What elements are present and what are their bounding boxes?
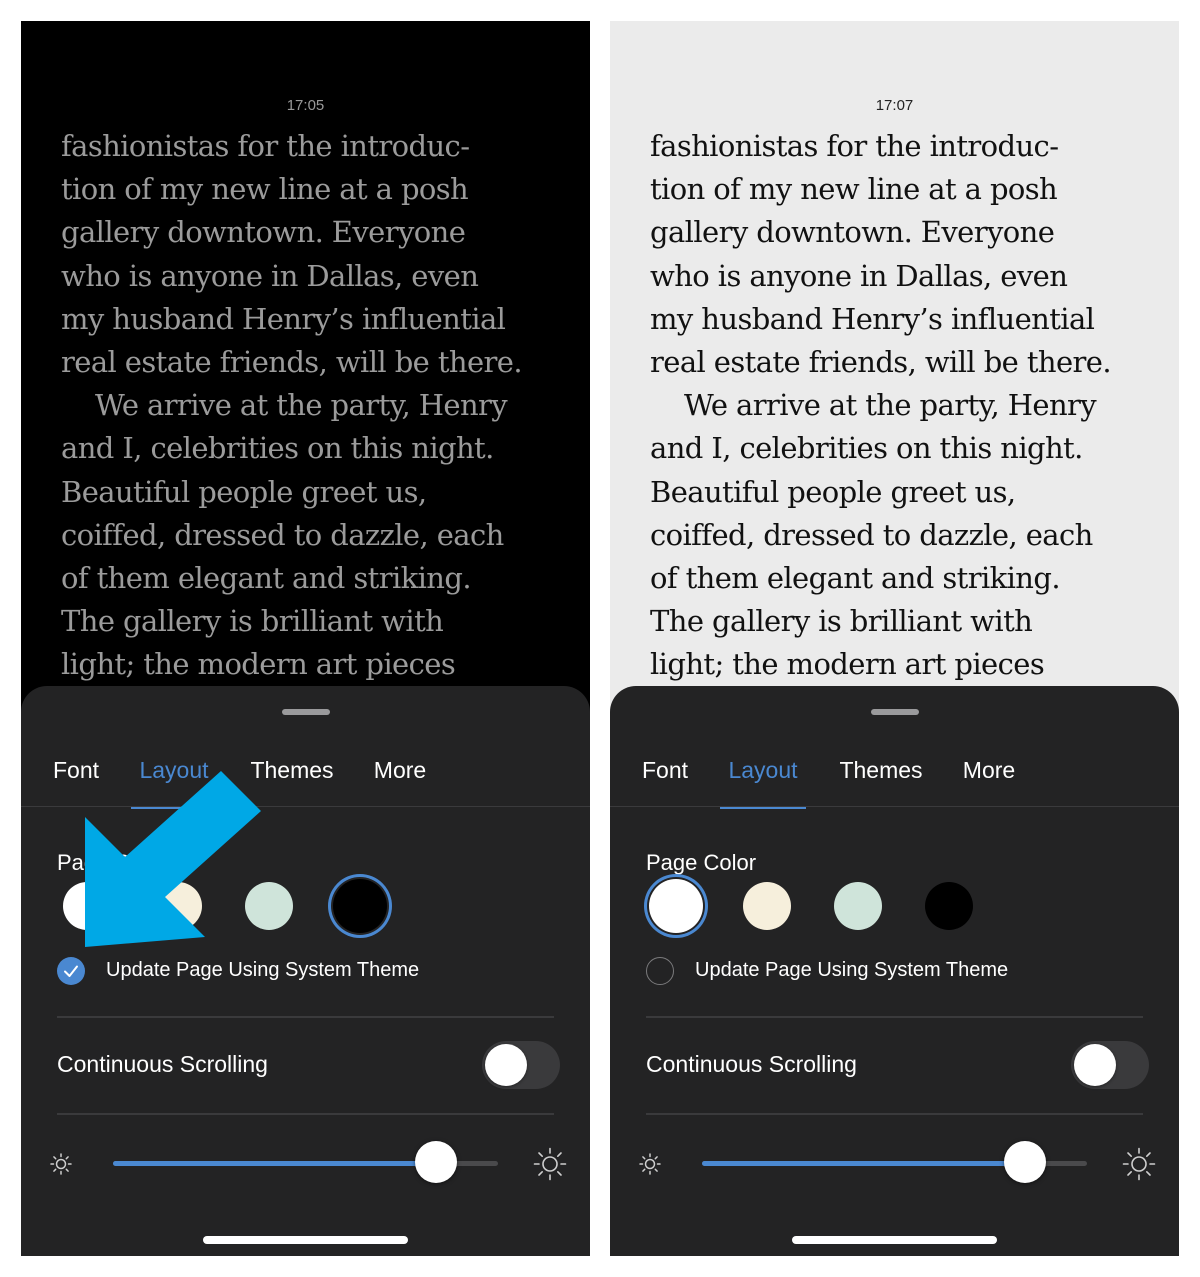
book-line: fashionistas for the introduc- — [650, 129, 1059, 163]
book-line: gallery downtown. Everyone — [650, 215, 1055, 250]
tab-font[interactable]: Font — [630, 750, 700, 808]
book-line: my husband Henry’s influential — [61, 301, 506, 336]
right-screenshot: 17:07 fashionistas for the introduc- tio… — [610, 21, 1179, 1256]
brightness-slider-fill — [702, 1161, 1026, 1166]
toggle-knob — [485, 1044, 527, 1086]
book-text: fashionistas for the introduc- tion of m… — [650, 125, 1150, 686]
system-theme-checkbox[interactable] — [646, 957, 674, 985]
book-text: fashionistas for the introduc- tion of m… — [61, 125, 561, 686]
book-line: and I, celebrities on this night. — [61, 431, 494, 466]
book-line: We arrive at the party, Henry — [95, 388, 508, 423]
book-line: my husband Henry’s influential — [650, 301, 1095, 336]
sheet-drag-handle[interactable] — [282, 709, 330, 715]
section-divider — [57, 1016, 554, 1018]
brightness-high-icon — [533, 1147, 567, 1181]
section-divider — [57, 1113, 554, 1115]
book-line: coiffed, dressed to dazzle, each — [650, 517, 1093, 552]
tab-more[interactable]: More — [954, 750, 1024, 808]
book-line: light; the modern art pieces — [650, 647, 1045, 682]
settings-tabs: Font Layout Themes More — [610, 750, 1179, 809]
continuous-scrolling-toggle[interactable] — [1071, 1041, 1149, 1089]
toggle-knob — [1074, 1044, 1116, 1086]
book-line: gallery downtown. Everyone — [61, 215, 466, 250]
book-line: We arrive at the party, Henry — [684, 388, 1097, 423]
home-indicator[interactable] — [203, 1236, 408, 1244]
tab-themes[interactable]: Themes — [830, 750, 932, 808]
tab-divider — [610, 806, 1179, 807]
book-line: The gallery is brilliant with — [650, 604, 1033, 639]
left-screenshot: 17:05 fashionistas for the introduc- tio… — [21, 21, 590, 1256]
book-line: who is anyone in Dallas, even — [61, 258, 479, 293]
book-line: tion of my new line at a posh — [61, 172, 469, 207]
status-time: 17:07 — [875, 97, 914, 114]
book-line: coiffed, dressed to dazzle, each — [61, 517, 504, 552]
book-line: real estate friends, will be there. — [650, 344, 1112, 379]
page-color-black[interactable] — [333, 879, 387, 933]
book-line: of them elegant and striking. — [650, 560, 1061, 595]
brightness-slider-fill — [113, 1161, 437, 1166]
settings-sheet: Font Layout Themes More Page Color Updat… — [610, 686, 1179, 1256]
book-line: of them elegant and striking. — [61, 560, 472, 595]
status-time: 17:05 — [286, 97, 325, 114]
page-color-label: Page Color — [646, 850, 757, 875]
page-color-sepia[interactable] — [743, 882, 791, 930]
brightness-low-icon — [50, 1153, 72, 1175]
home-indicator[interactable] — [792, 1236, 997, 1244]
brightness-low-icon — [639, 1153, 661, 1175]
continuous-scrolling-label: Continuous Scrolling — [646, 1051, 857, 1077]
page-color-mint[interactable] — [834, 882, 882, 930]
book-line: Beautiful people greet us, — [61, 474, 427, 509]
arrow-pointing-down-left-icon — [85, 771, 261, 947]
book-line: fashionistas for the introduc- — [61, 129, 470, 163]
section-divider — [646, 1113, 1143, 1115]
book-line: who is anyone in Dallas, even — [650, 258, 1068, 293]
book-line: Beautiful people greet us, — [650, 474, 1016, 509]
page-color-white[interactable] — [649, 879, 703, 933]
tab-more[interactable]: More — [365, 750, 435, 808]
system-theme-label: Update Page Using System Theme — [695, 959, 1009, 981]
book-line: real estate friends, will be there. — [61, 344, 523, 379]
brightness-high-icon — [1122, 1147, 1156, 1181]
section-divider — [646, 1016, 1143, 1018]
continuous-scrolling-label: Continuous Scrolling — [57, 1051, 268, 1077]
page-color-black[interactable] — [925, 882, 973, 930]
book-line: tion of my new line at a posh — [650, 172, 1058, 207]
sheet-drag-handle[interactable] — [871, 709, 919, 715]
book-line: and I, celebrities on this night. — [650, 431, 1083, 466]
tab-layout[interactable]: Layout — [718, 750, 808, 808]
book-line: The gallery is brilliant with — [61, 604, 444, 639]
continuous-scrolling-toggle[interactable] — [482, 1041, 560, 1089]
book-line: light; the modern art pieces — [61, 647, 456, 682]
